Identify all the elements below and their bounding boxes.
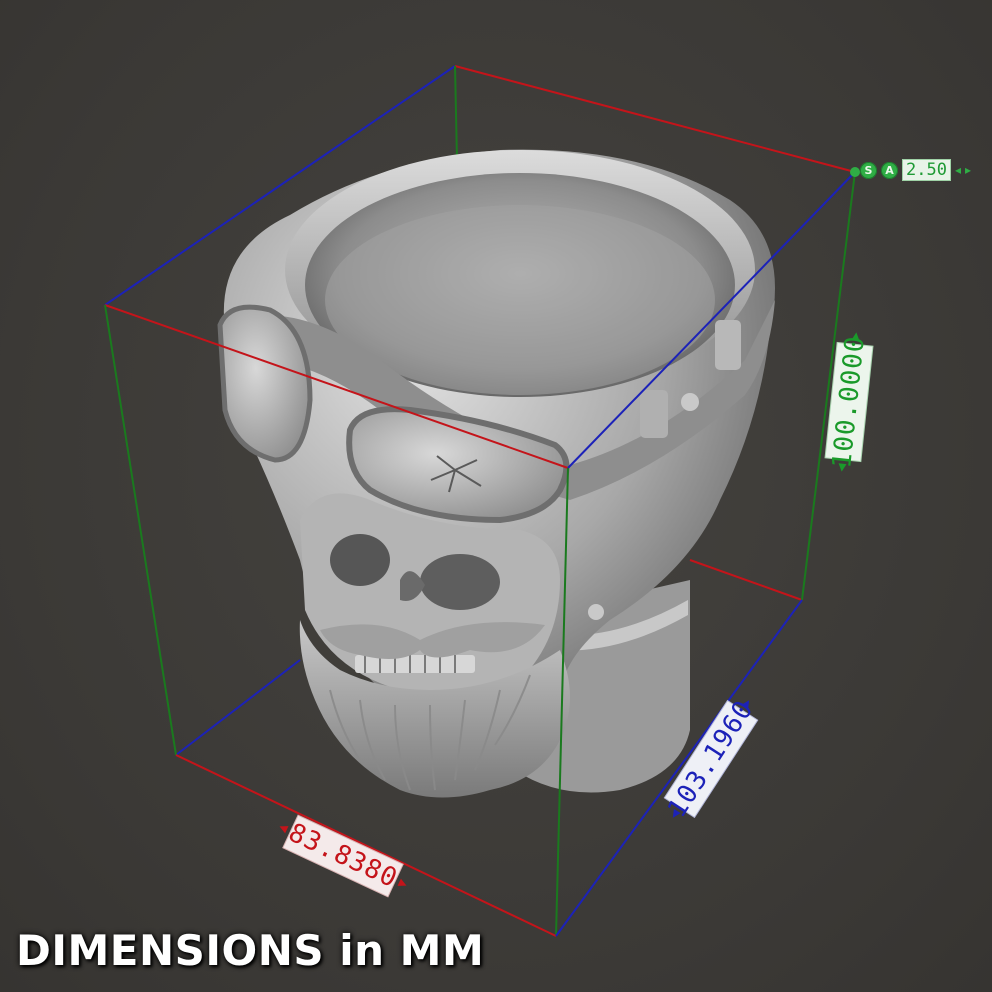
increase-arrow-icon[interactable]: ▸ [965,164,971,176]
scene-canvas[interactable]: 83.8380 103.1960 100.0000 [0,0,992,992]
snap-step-value[interactable]: 2.50 [902,159,951,181]
corner-handle[interactable] [850,167,860,177]
decrease-arrow-icon[interactable]: ◂ [955,164,961,176]
snap-controls: S A 2.50 ◂ ▸ [860,159,971,181]
width-dimension-tag[interactable]: 83.8380 [272,810,414,902]
snap-a-button[interactable]: A [881,161,898,179]
skull-mug-model[interactable] [217,149,775,798]
dimensions-caption: DIMENSIONS in MM [16,926,485,975]
snap-s-button[interactable]: S [860,161,877,179]
3d-viewport[interactable]: 83.8380 103.1960 100.0000 S A 2.50 ◂ ▸ D… [0,0,992,992]
height-dimension-tag[interactable]: 100.0000 [824,331,874,474]
